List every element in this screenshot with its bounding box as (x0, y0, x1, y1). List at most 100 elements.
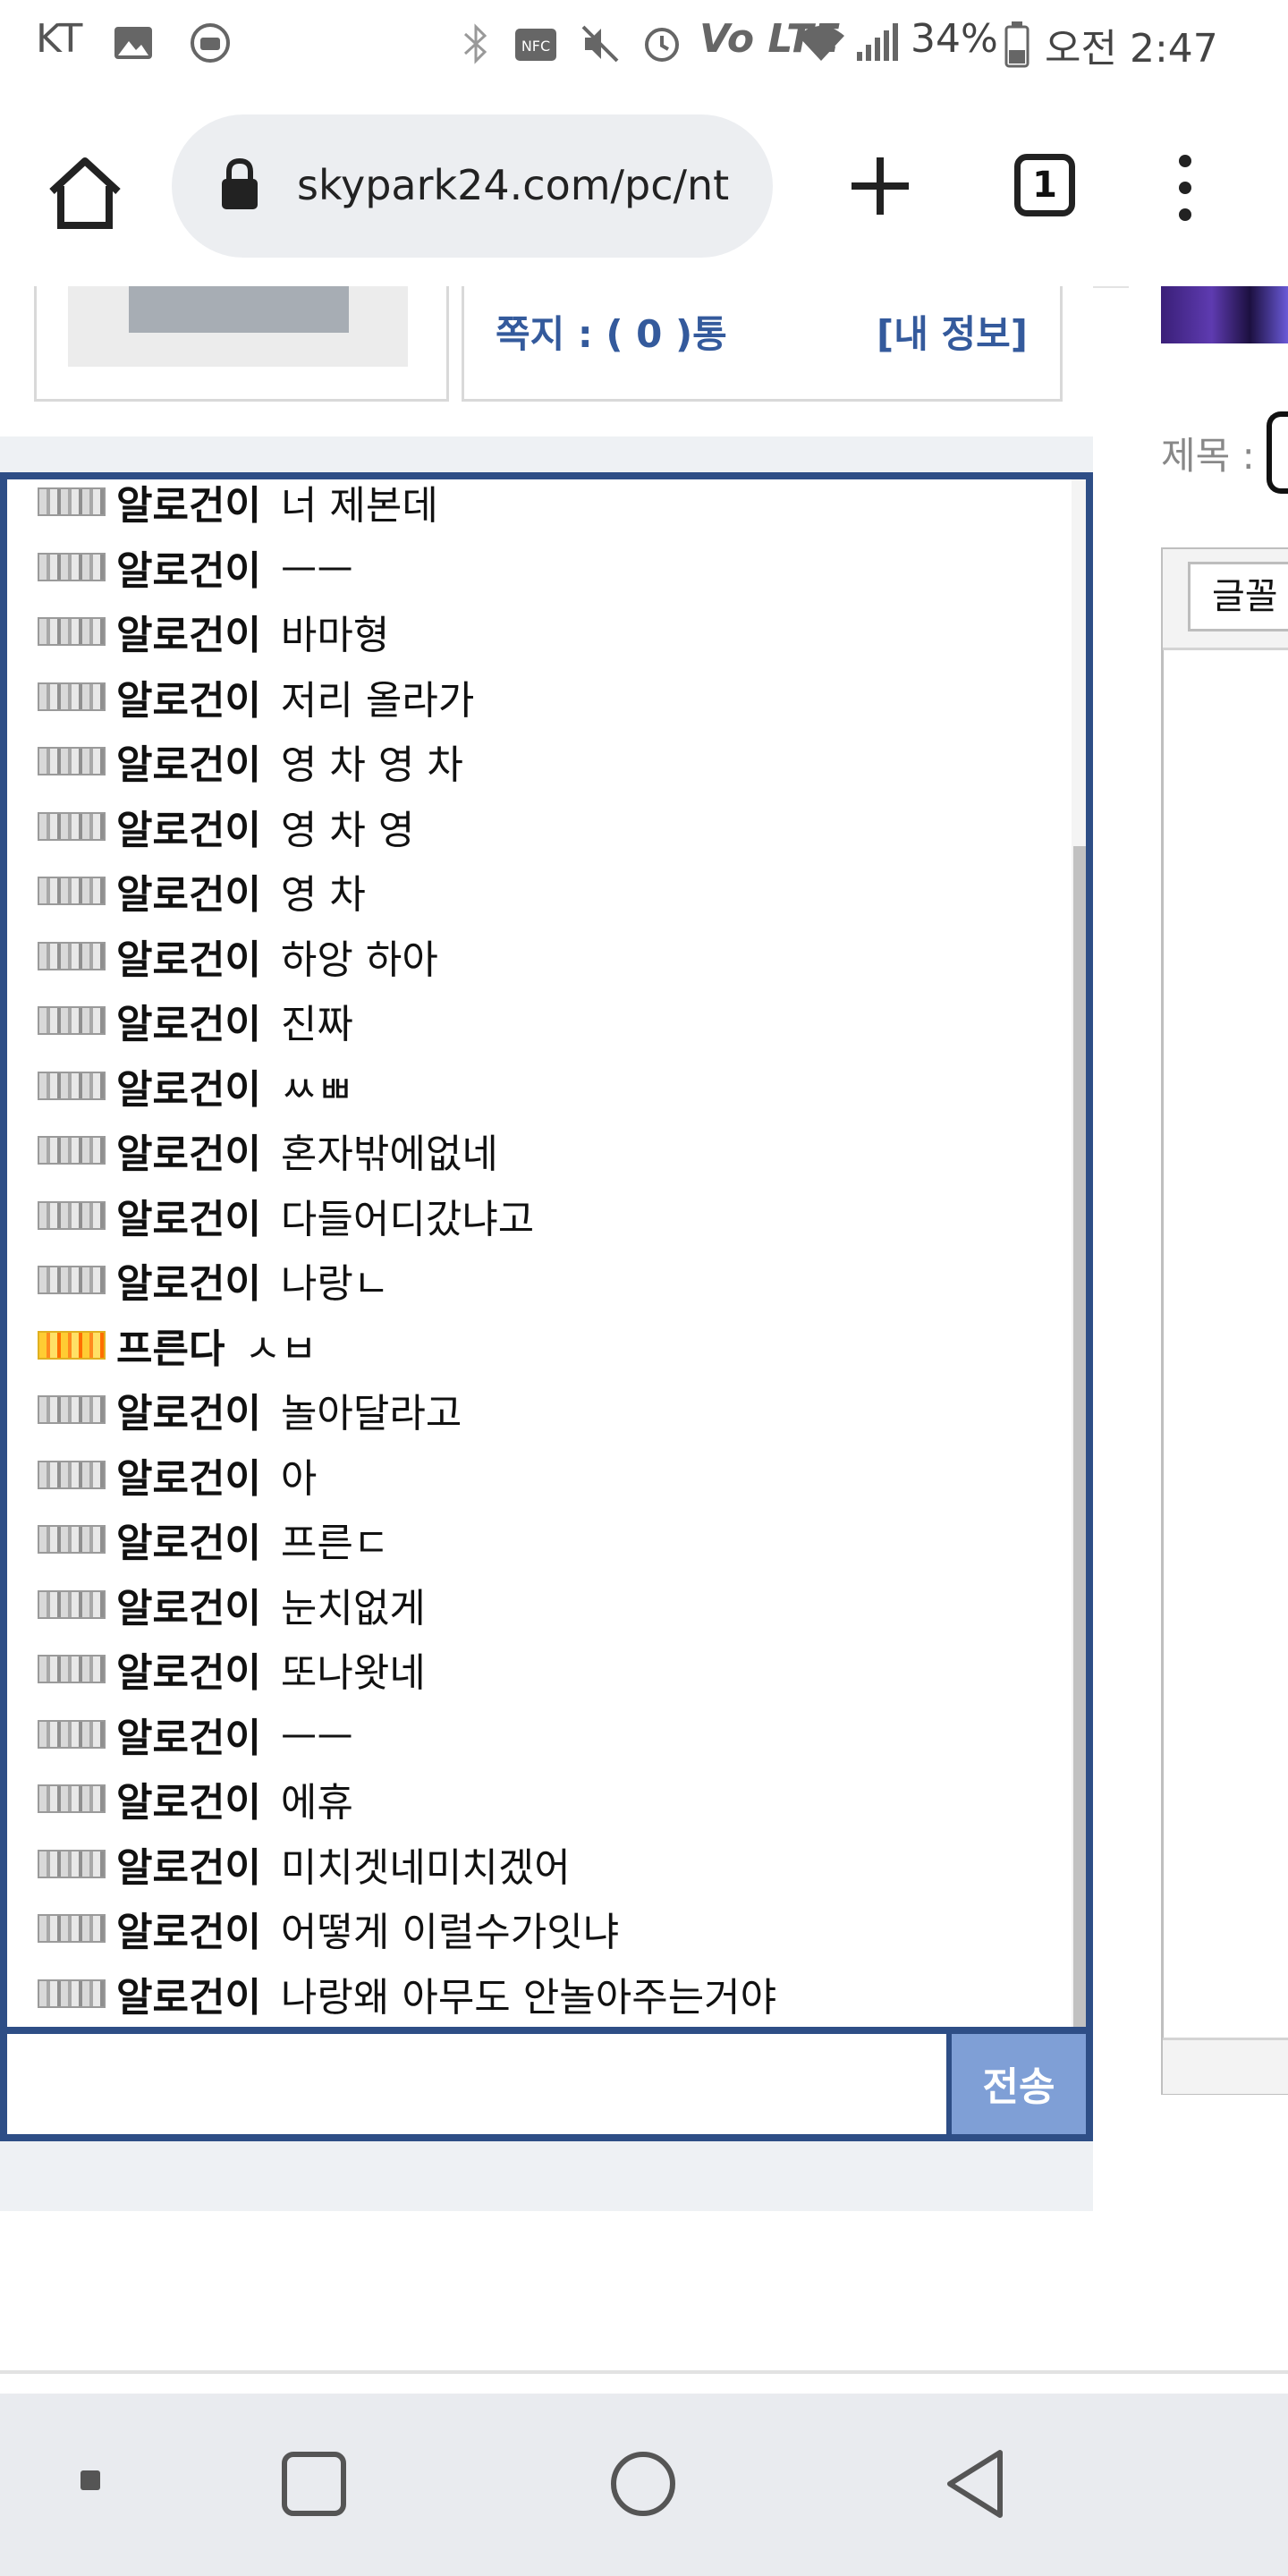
chat-message-text: 영 차 영 (280, 807, 415, 853)
chat-nickname[interactable]: 알로건이 (116, 862, 261, 919)
chat-nickname[interactable]: 알로건이 (116, 668, 261, 725)
chat-nickname[interactable]: 알로건이 (116, 1251, 261, 1309)
chat-input-row: 전송 (7, 2027, 1086, 2134)
chat-message: 알로건이 저리 올라가 (38, 667, 474, 726)
level-badge-icon (38, 1266, 106, 1294)
chat-message-text: 아 (280, 1455, 318, 1502)
subject-input[interactable] (1267, 411, 1288, 494)
level-badge-icon (38, 487, 106, 516)
chat-message: 알로건이 나랑ㄴ (38, 1250, 389, 1309)
my-info-link[interactable]: [내 정보] (877, 304, 1028, 359)
chat-message: 알로건이 너 제본데 (38, 479, 438, 531)
chat-message-text: ㅡㅡ (280, 1715, 353, 1761)
level-badge-icon (38, 877, 106, 905)
chat-nickname[interactable]: 알로건이 (116, 1187, 261, 1244)
clock: 오전 2:47 (1045, 26, 1218, 72)
battery-percent: 34% (911, 16, 998, 62)
chat-message-text: 눈치없게 (280, 1585, 426, 1631)
back-icon[interactable] (943, 2447, 1009, 2521)
chat-nickname[interactable]: 알로건이 (116, 733, 261, 790)
chat-message-text: 프른ㄷ (280, 1521, 390, 1566)
chat-message-text: 너 제본데 (280, 483, 438, 529)
chat-message: 알로건이 영 차 영 (38, 797, 414, 856)
chat-nickname[interactable]: 알로건이 (116, 1835, 261, 1893)
chat-message: 알로건이 또나왓네 (38, 1640, 426, 1699)
chat-message-text: 다들어디갔냐고 (280, 1196, 535, 1242)
level-badge-icon (38, 1006, 106, 1035)
editor-footer (1163, 2038, 1288, 2094)
chat-message: 알로건이 영 차 영 차 (38, 732, 463, 791)
status-bar: KT NFC Vo LTE 34% 오전 2:47 (0, 0, 1288, 86)
chat-nickname[interactable]: 알로건이 (116, 1640, 261, 1698)
assistant-dot-icon[interactable] (79, 2469, 104, 2494)
chat-message: 알로건이 프른ㄷ (38, 1510, 389, 1569)
chat-nickname[interactable]: 알로건이 (116, 1900, 261, 1957)
chat-message: 알로건이 ㅡㅡ (38, 1705, 353, 1764)
chat-nickname[interactable]: 알로건이 (116, 538, 261, 596)
chat-nickname[interactable]: 프른다 (116, 1317, 225, 1374)
chat-nickname[interactable]: 알로건이 (116, 603, 261, 660)
memo-link[interactable]: 쪽지 : ( 0 )통 (496, 304, 727, 359)
chat-message-text: 나랑ㄴ (280, 1261, 390, 1307)
alarm-icon (645, 28, 679, 62)
chat-message: 알로건이 눈치없게 (38, 1575, 426, 1634)
home-icon[interactable] (45, 152, 125, 233)
chat-nickname[interactable]: 알로건이 (116, 1770, 261, 1827)
level-badge-icon (38, 747, 106, 775)
divider (0, 2370, 1288, 2374)
level-badge-icon (38, 1784, 106, 1813)
chat-message-text: 에휴 (280, 1780, 353, 1826)
chat-nickname[interactable]: 알로건이 (116, 479, 261, 530)
chat-input[interactable] (11, 2039, 945, 2134)
editor-box[interactable] (1161, 547, 1288, 2095)
banner-image (1161, 286, 1288, 343)
level-badge-icon (38, 682, 106, 711)
chat-nickname[interactable]: 알로건이 (116, 992, 261, 1049)
font-button[interactable]: 글꼴 (1188, 562, 1288, 631)
chat-nickname[interactable]: 알로건이 (116, 1381, 261, 1438)
chat-nickname[interactable]: 알로건이 (116, 1511, 261, 1568)
android-debug-icon (191, 23, 230, 63)
chat-message-text: 저리 올라가 (280, 677, 475, 724)
level-badge-icon (38, 617, 106, 646)
lock-icon (222, 157, 258, 209)
carrier-label: KT (36, 16, 83, 62)
chat-nickname[interactable]: 알로건이 (116, 1706, 261, 1763)
chat-nickname[interactable]: 알로건이 (116, 798, 261, 855)
svg-text:NFC: NFC (521, 38, 550, 55)
send-button[interactable]: 전송 (946, 2034, 1086, 2134)
chat-nickname[interactable]: 알로건이 (116, 928, 261, 985)
level-badge-icon (38, 1071, 106, 1100)
level-badge-icon (38, 1525, 106, 1554)
level-badge-icon (38, 1589, 106, 1619)
wifi-icon (798, 26, 844, 61)
chat-nickname[interactable]: 알로건이 (116, 1576, 261, 1633)
chat-message: 알로건이 미치겟네미치겠어 (38, 1835, 571, 1894)
level-badge-icon (38, 1719, 106, 1749)
plus-icon[interactable] (848, 154, 912, 218)
home-circle-icon[interactable] (608, 2449, 678, 2519)
chat-message: 알로건이 에휴 (38, 1769, 353, 1828)
chat-nickname[interactable]: 알로건이 (116, 1122, 261, 1179)
chat-nickname[interactable]: 알로건이 (116, 1446, 261, 1504)
chat-message-text: 혼자밖에없네 (280, 1131, 498, 1177)
level-badge-icon (38, 1200, 106, 1230)
url-text[interactable]: skypark24.com/pc/nt (297, 154, 744, 216)
chat-message-text: 바마형 (280, 613, 390, 658)
chat-message-text: ㅡㅡ (280, 547, 353, 594)
signal-icon (857, 23, 898, 61)
more-vert-icon[interactable] (1172, 152, 1199, 224)
level-badge-icon (38, 1395, 106, 1424)
chat-scrollbar-thumb[interactable] (1073, 846, 1086, 2027)
chat-message-text: 또나왓네 (280, 1650, 426, 1696)
chat-message-text: ㅆㅃ (280, 1066, 353, 1113)
chat-message: 알로건이 혼자밖에없네 (38, 1121, 498, 1180)
recents-icon[interactable] (281, 2451, 347, 2517)
chat-message: 알로건이 ㅆㅃ (38, 1056, 353, 1115)
chat-log[interactable]: 알로건이 너 제본데 알로건이 ㅡㅡ 알로건이 바마형 알로건이 저리 올라가 알로건이 영 차 … (7, 479, 1072, 2027)
tab-switcher-icon[interactable]: 1 (1014, 154, 1075, 216)
chat-message: 알로건이 아 (38, 1445, 317, 1504)
level-badge-icon (38, 552, 106, 581)
chat-nickname[interactable]: 알로건이 (116, 1057, 261, 1114)
chat-nickname[interactable]: 알로건이 (116, 1965, 261, 2022)
